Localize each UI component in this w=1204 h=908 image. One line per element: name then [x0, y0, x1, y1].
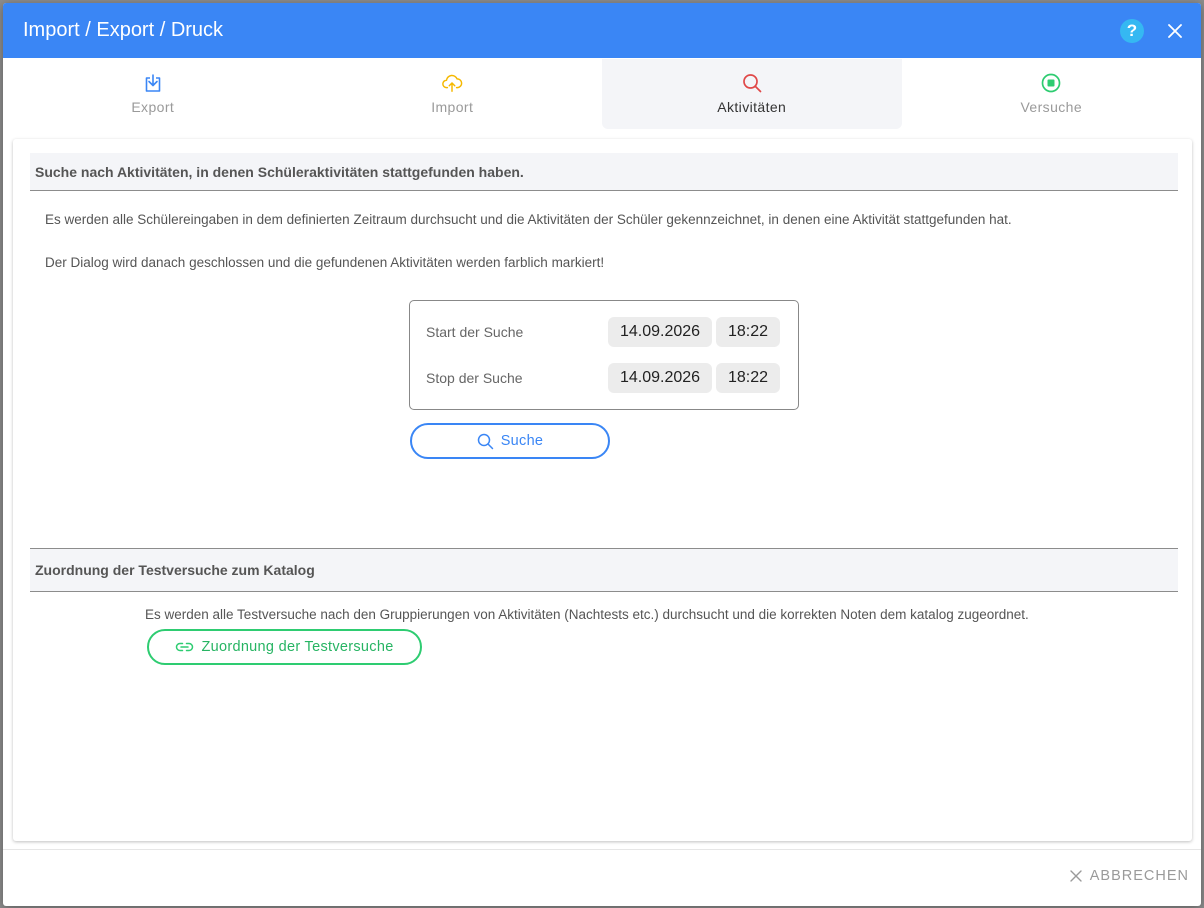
close-button[interactable] — [1163, 19, 1187, 43]
assignment-section-header: Zuordnung der Testversuche zum Katalog — [30, 548, 1178, 592]
stop-circle-icon — [1041, 73, 1061, 93]
activities-description-1: Es werden alle Schülereingaben in dem de… — [45, 212, 1012, 227]
tab-export-label: Export — [131, 99, 175, 115]
dialog-titlebar: Import / Export / Druck ? — [3, 3, 1201, 58]
cloud-upload-icon — [442, 74, 463, 92]
link-icon — [176, 642, 194, 652]
import-export-dialog: Import / Export / Druck ? Export Import — [3, 3, 1201, 906]
assign-attempts-button[interactable]: Zuordnung der Testversuche — [147, 629, 422, 665]
activities-section-header: Suche nach Aktivitäten, in denen Schüler… — [30, 153, 1178, 191]
download-icon — [145, 74, 161, 92]
stop-time-field[interactable]: 18:22 — [716, 363, 780, 393]
cancel-button-label: ABBRECHEN — [1089, 868, 1189, 884]
activities-panel: Suche nach Aktivitäten, in denen Schüler… — [13, 139, 1192, 841]
date-range-box: Start der Suche 14.09.2026 18:22 Stop de… — [409, 300, 799, 410]
assign-attempts-button-label: Zuordnung der Testversuche — [201, 639, 394, 655]
close-icon — [1168, 23, 1182, 38]
stop-date-field[interactable]: 14.09.2026 — [608, 363, 712, 393]
cancel-button[interactable]: ABBRECHEN — [1070, 868, 1189, 884]
tab-versuche[interactable]: Versuche — [902, 59, 1202, 129]
search-button[interactable]: Suche — [410, 423, 610, 459]
help-button[interactable]: ? — [1120, 18, 1144, 43]
footer-divider — [3, 849, 1201, 850]
start-time-field[interactable]: 18:22 — [716, 317, 780, 347]
search-icon — [477, 433, 493, 449]
tab-aktivitaeten-label: Aktivitäten — [717, 99, 787, 115]
tab-import[interactable]: Import — [303, 59, 603, 129]
search-button-label: Suche — [500, 433, 544, 449]
tab-import-label: Import — [431, 99, 474, 115]
dialog-title: Import / Export / Druck — [23, 19, 224, 41]
start-label: Start der Suche — [426, 324, 524, 340]
tab-export[interactable]: Export — [3, 59, 303, 129]
tab-versuche-label: Versuche — [1020, 99, 1083, 115]
tab-aktivitaeten[interactable]: Aktivitäten — [602, 59, 902, 129]
start-date-field[interactable]: 14.09.2026 — [608, 317, 712, 347]
assignment-description: Es werden alle Testversuche nach den Gru… — [145, 607, 1029, 622]
activities-description-2: Der Dialog wird danach geschlossen und d… — [45, 255, 605, 270]
tab-bar: Export Import Aktivitäten Versuche — [3, 59, 1201, 129]
close-icon — [1070, 870, 1082, 882]
stop-label: Stop der Suche — [426, 370, 523, 386]
search-icon — [742, 74, 762, 93]
